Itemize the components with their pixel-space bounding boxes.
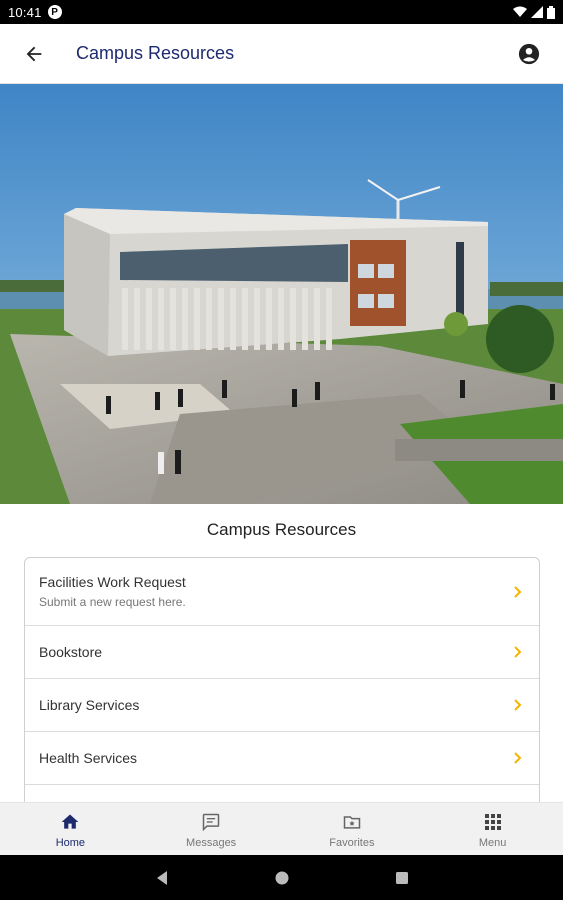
page-title: Campus Resources	[76, 43, 235, 63]
back-button[interactable]	[14, 34, 54, 74]
status-icons	[513, 5, 555, 19]
nav-label: Menu	[478, 836, 507, 849]
system-recents-button[interactable]	[392, 868, 412, 888]
nav-menu[interactable]: Menu	[422, 803, 563, 855]
list-item-library-services[interactable]: Library Services	[25, 679, 539, 732]
list-item-title: Health Services	[39, 750, 138, 766]
section-title: Campus Resources	[206, 520, 357, 539]
bottom-navigation: Home Messages Favorites Menu	[0, 802, 563, 855]
chevron-right-icon	[511, 645, 525, 659]
list-item-title: Facilities Work Request	[39, 574, 186, 590]
nav-home[interactable]: Home	[0, 803, 141, 855]
favorites-icon	[340, 810, 364, 834]
chevron-right-icon	[511, 585, 525, 599]
system-back-button[interactable]	[152, 868, 172, 888]
nav-label: Home	[55, 836, 86, 849]
list-item-texts: Facilities Work Request Submit a new req…	[39, 574, 186, 609]
home-icon	[58, 810, 82, 834]
arrow-back-icon	[26, 46, 42, 61]
resource-list: Facilities Work Request Submit a new req…	[24, 557, 540, 817]
nav-label: Messages	[186, 836, 237, 849]
grid-menu-icon	[481, 810, 505, 834]
list-item-bookstore[interactable]: Bookstore	[25, 626, 539, 679]
signal-icon	[531, 6, 543, 18]
status-bar: 10:41 P	[0, 0, 563, 24]
battery-icon	[547, 5, 555, 19]
triangle-back-icon	[156, 870, 167, 885]
system-home-button[interactable]	[272, 868, 292, 888]
list-item-title: Library Services	[39, 697, 140, 713]
chevron-right-icon	[511, 751, 525, 765]
messages-icon	[199, 810, 223, 834]
campus-building-image	[0, 84, 563, 504]
profile-button[interactable]	[511, 36, 547, 72]
list-item-facilities-work-request[interactable]: Facilities Work Request Submit a new req…	[25, 558, 539, 626]
status-time: 10:41	[8, 4, 42, 20]
app-bar: Campus Resources	[0, 24, 563, 84]
notification-p-icon: P	[47, 5, 62, 19]
chevron-right-icon	[511, 698, 525, 712]
circle-home-icon	[275, 871, 288, 884]
nav-messages[interactable]: Messages	[141, 803, 282, 855]
list-item-subtitle: Submit a new request here.	[39, 595, 186, 609]
nav-label: Favorites	[329, 836, 375, 849]
nav-favorites[interactable]: Favorites	[282, 803, 423, 855]
list-item-health-services[interactable]: Health Services	[25, 732, 539, 785]
list-item-title: Bookstore	[39, 644, 103, 660]
square-recents-icon	[395, 871, 408, 884]
wifi-icon	[513, 6, 527, 17]
account-circle-icon	[518, 43, 540, 64]
hero-image	[0, 84, 563, 504]
system-navigation-bar	[0, 855, 563, 900]
